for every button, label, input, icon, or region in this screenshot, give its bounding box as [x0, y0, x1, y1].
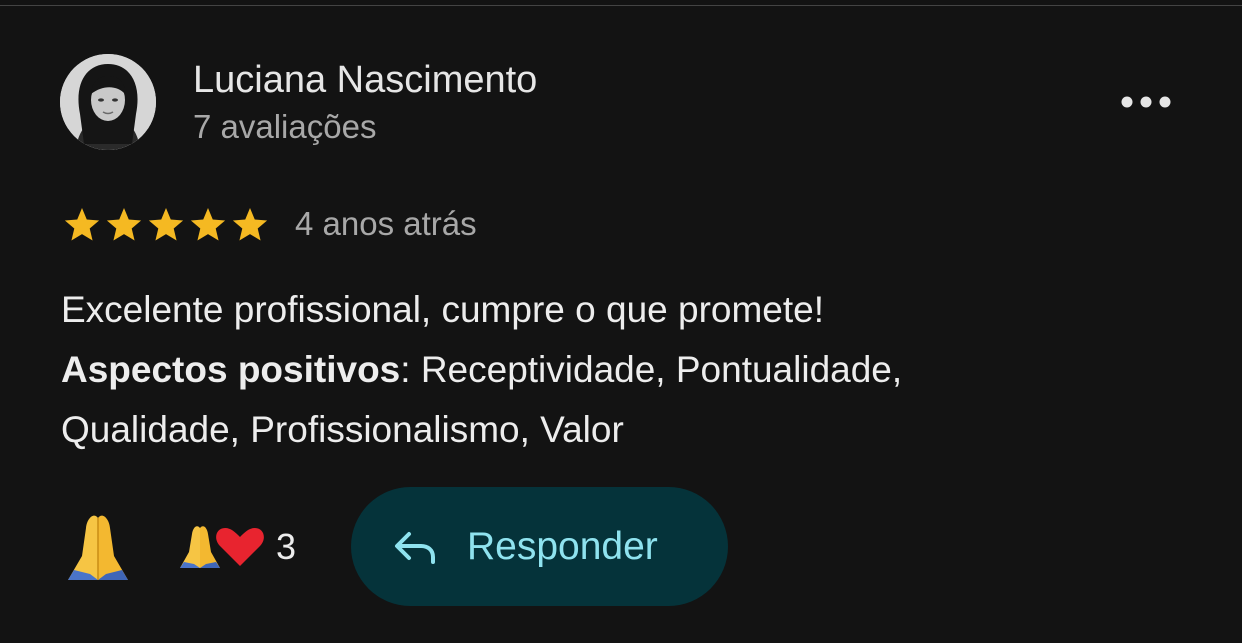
review-text: Excelente profissional, cumpre o que pro…: [61, 280, 1181, 460]
reaction-emojis: [180, 526, 264, 568]
more-horizontal-icon: [1121, 96, 1171, 108]
star-icon: [190, 208, 226, 241]
positive-aspects-line: Aspectos positivos: Receptividade, Pontu…: [61, 340, 1181, 400]
positive-aspects-label: Aspectos positivos: [61, 349, 401, 390]
reply-button[interactable]: Responder: [351, 487, 728, 606]
more-options-button[interactable]: [1112, 86, 1180, 118]
red-heart-emoji: [216, 528, 264, 566]
reply-arrow-icon: [395, 531, 435, 564]
avatar[interactable]: [60, 54, 156, 150]
top-divider: [0, 5, 1242, 6]
review-time-ago: 4 anos atrás: [295, 205, 477, 242]
folded-hands-emoji: [180, 526, 220, 568]
star-icon: [232, 208, 268, 241]
star-icon: [106, 208, 142, 241]
reaction-summary[interactable]: 3: [178, 520, 296, 574]
positive-aspects-list: : Receptividade, Pontualidade,: [400, 349, 903, 390]
positive-aspects-list-continued: Qualidade, Profissionalismo, Valor: [61, 409, 624, 450]
star-icon: [64, 208, 100, 241]
star-icon: [148, 208, 184, 241]
react-button[interactable]: [60, 508, 136, 584]
star-rating: [62, 204, 272, 246]
author-review-count: 7 avaliações: [193, 108, 377, 145]
author-name[interactable]: Luciana Nascimento: [193, 57, 537, 103]
folded-hands-emoji: [68, 515, 128, 580]
reply-button-label: Responder: [467, 524, 658, 568]
review-text-line: Excelente profissional, cumpre o que pro…: [61, 289, 825, 330]
reaction-count: 3: [276, 526, 297, 567]
